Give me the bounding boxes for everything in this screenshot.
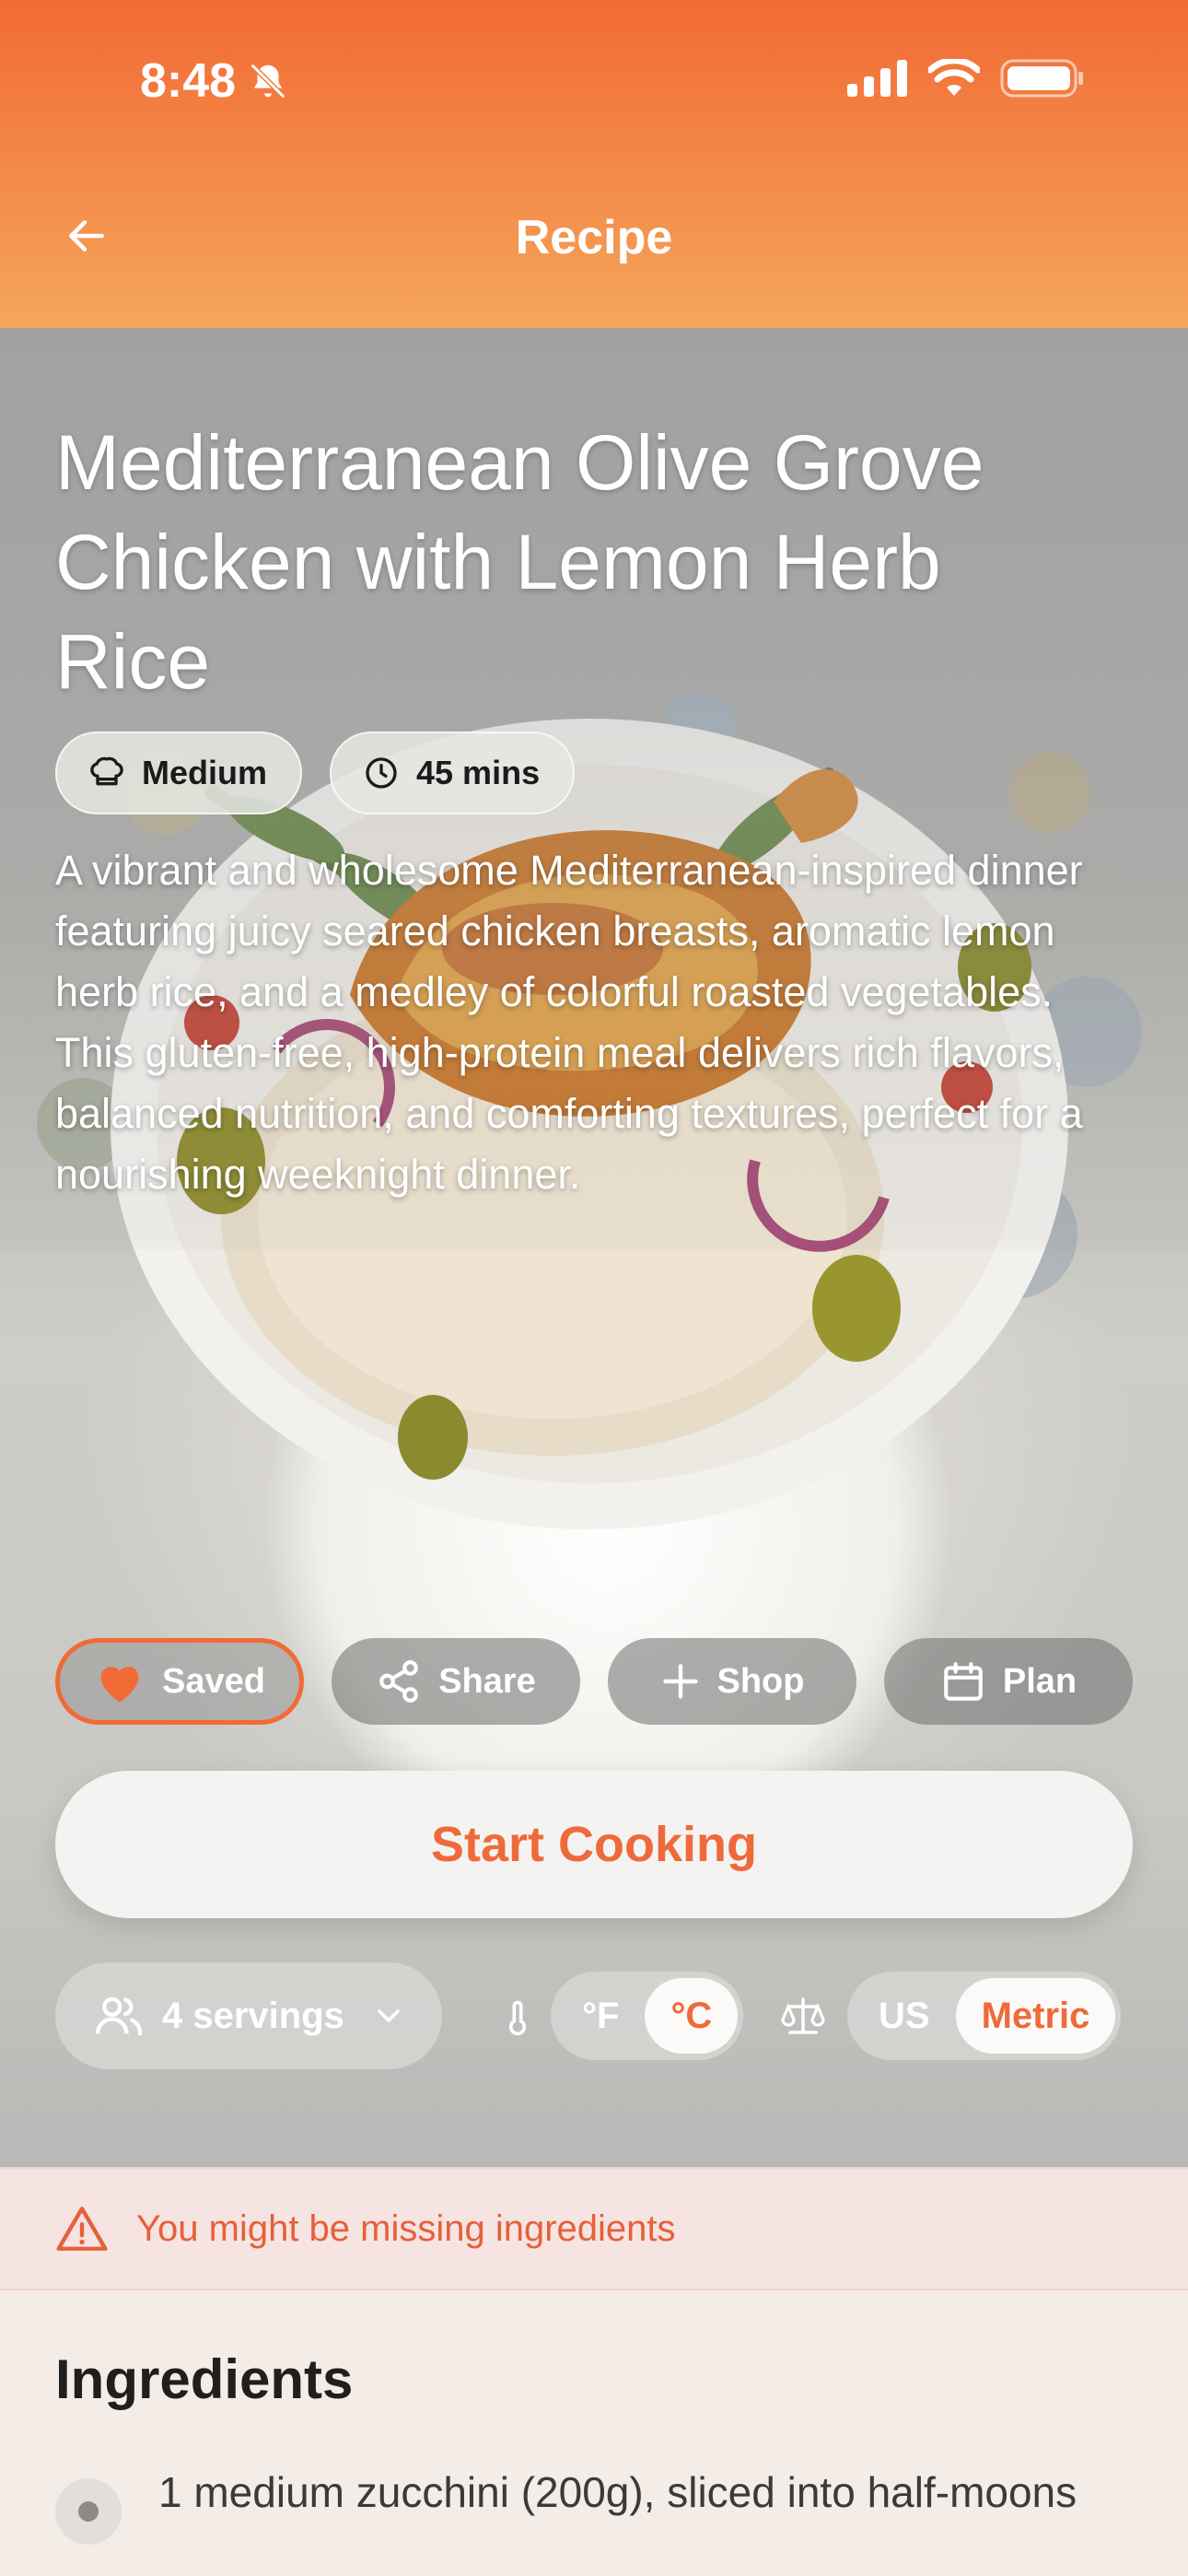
action-row: Saved Share Shop Plan xyxy=(55,1638,1133,1725)
units-toggle: US Metric xyxy=(847,1972,1122,2060)
share-icon xyxy=(379,1660,419,1703)
thermometer-icon xyxy=(508,2000,527,2036)
recipe-controls: 4 servings °F °C US Metric xyxy=(55,1962,1133,2069)
scale-icon xyxy=(781,1997,825,2034)
missing-ingredients-banner[interactable]: You might be missing ingredients xyxy=(0,2167,1188,2290)
people-icon xyxy=(95,1996,143,2036)
status-time: 8:48 xyxy=(140,53,289,109)
ingredient-label: 1 medium zucchini (200g), sliced into ha… xyxy=(158,2468,1077,2516)
ingredient-checkbox[interactable] xyxy=(55,2478,122,2545)
celsius-option[interactable]: °C xyxy=(645,1978,739,2054)
us-units-option[interactable]: US xyxy=(853,1978,956,2054)
difficulty-chip: Medium xyxy=(55,732,303,814)
page-title: Recipe xyxy=(515,211,673,264)
start-cooking-button[interactable]: Start Cooking xyxy=(55,1771,1133,1918)
battery-icon xyxy=(1000,59,1083,98)
status-icons xyxy=(847,59,1085,98)
top-bar: 8:48 Recipe xyxy=(0,0,1188,328)
silent-bell-icon xyxy=(250,63,286,100)
metric-units-option[interactable]: Metric xyxy=(955,1978,1116,2054)
servings-selector[interactable]: 4 servings xyxy=(55,1962,442,2069)
recipe-title: Mediterranean Olive Grove Chicken with L… xyxy=(55,419,984,705)
calendar-icon xyxy=(944,1662,983,1701)
temperature-toggle: °F °C xyxy=(551,1972,744,2060)
signal-icon xyxy=(847,60,907,97)
recipe-meta: Medium 45 mins xyxy=(55,732,576,814)
heart-icon xyxy=(100,1667,139,1703)
recipe-description: A vibrant and wholesome Mediterranean-in… xyxy=(55,847,1083,1198)
saved-button[interactable]: Saved xyxy=(55,1638,304,1725)
chevron-down-icon xyxy=(378,2009,400,2022)
wifi-icon xyxy=(928,59,980,96)
ingredients-heading: Ingredients xyxy=(55,2348,354,2410)
share-button[interactable]: Share xyxy=(332,1638,580,1725)
warning-triangle-icon xyxy=(56,2207,108,2251)
plan-button[interactable]: Plan xyxy=(884,1638,1133,1725)
chef-hat-icon xyxy=(90,756,123,786)
ingredient-item[interactable]: 1 medium zucchini (200g), sliced into ha… xyxy=(55,2465,1133,2545)
clock-icon xyxy=(366,757,397,789)
plus-icon xyxy=(662,1664,698,1699)
time-chip: 45 mins xyxy=(330,732,576,814)
fahrenheit-option[interactable]: °F xyxy=(556,1978,645,2054)
shop-button[interactable]: Shop xyxy=(608,1638,856,1725)
